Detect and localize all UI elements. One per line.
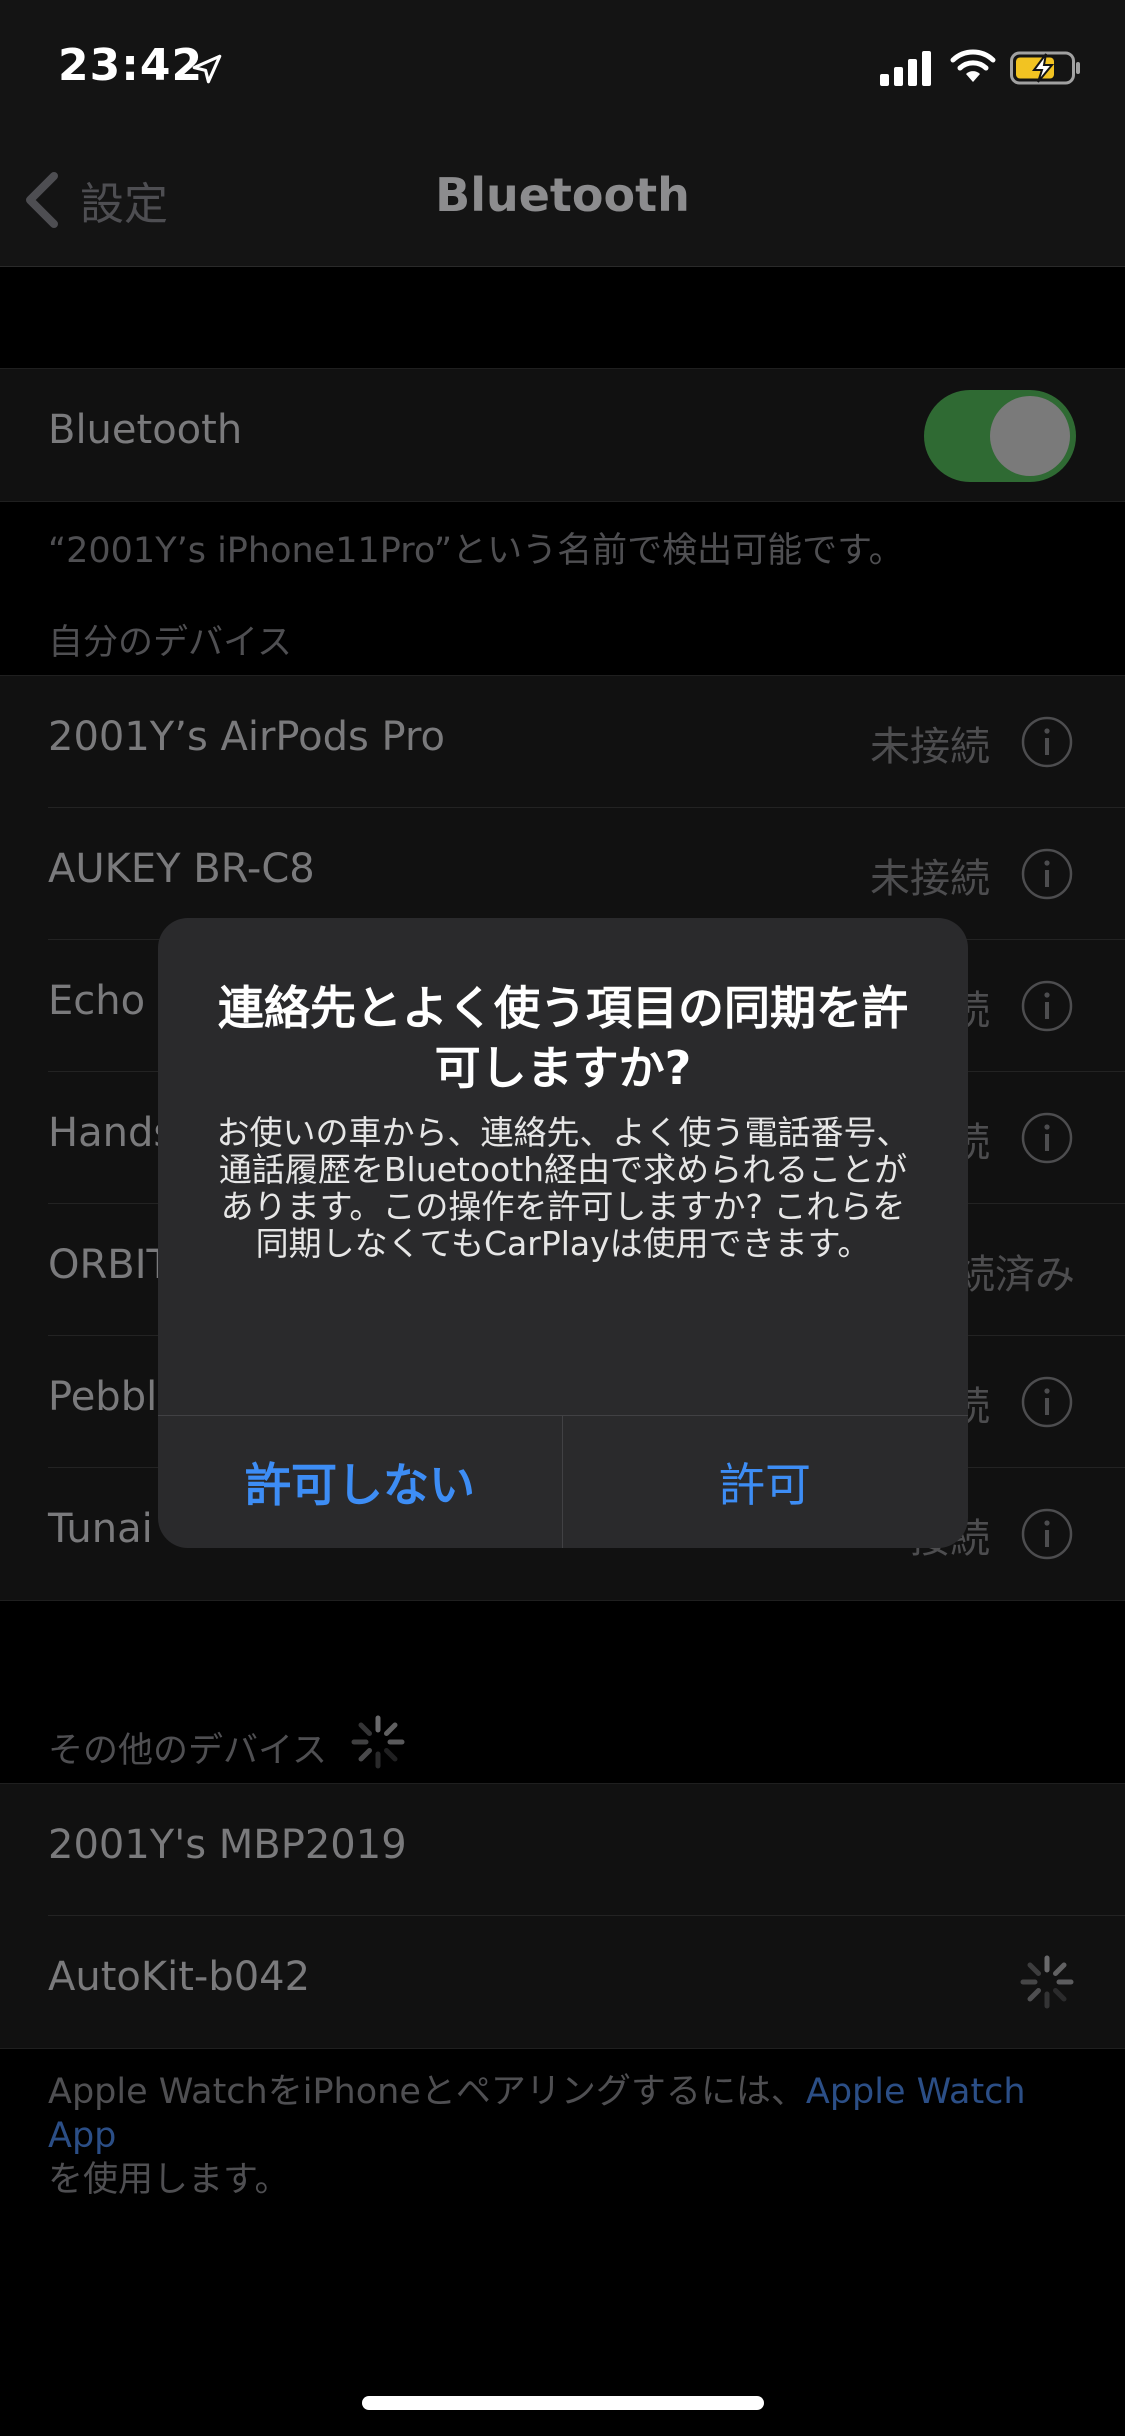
bluetooth-toggle[interactable]: [924, 390, 1076, 482]
footer-text: Apple WatchをiPhoneとペアリングするには、: [48, 2072, 806, 2112]
loading-spinner-icon: [1020, 1955, 1074, 2009]
alert-message: お使いの車から、連絡先、よく使う電話番号、通話履歴をBluetooth経由で求め…: [216, 1113, 910, 1263]
device-name: AutoKit-b042: [48, 1954, 311, 2000]
info-icon[interactable]: [1021, 980, 1073, 1032]
discoverable-caption: “2001Y’s iPhone11Pro”という名前で検出可能です。: [48, 531, 904, 571]
bluetooth-label: Bluetooth: [48, 407, 243, 453]
device-name: Hands: [48, 1110, 175, 1156]
footer-text-end: を使用します。: [48, 2160, 290, 2200]
other-devices-list: 2001Y's MBP2019 AutoKit-b042: [0, 1783, 1125, 2049]
info-icon[interactable]: [1021, 848, 1073, 900]
loading-spinner-icon: [351, 1715, 405, 1769]
list-item[interactable]: 2001Y’s AirPods Pro 未接続: [0, 676, 1125, 808]
deny-button[interactable]: 許可しない: [158, 1415, 562, 1548]
status-time: 23:42: [58, 40, 204, 91]
device-name: AUKEY BR-C8: [48, 846, 315, 892]
page-title: Bluetooth: [435, 168, 690, 222]
info-icon[interactable]: [1021, 716, 1073, 768]
home-indicator[interactable]: [362, 2396, 764, 2410]
sync-permission-alert: 連絡先とよく使う項目の同期を許可しますか? お使いの車から、連絡先、よく使う電話…: [158, 918, 968, 1548]
info-icon[interactable]: [1021, 1376, 1073, 1428]
info-icon[interactable]: [1021, 1112, 1073, 1164]
location-arrow-icon: [192, 54, 222, 84]
info-icon[interactable]: [1021, 1508, 1073, 1560]
alert-title: 連絡先とよく使う項目の同期を許可しますか?: [218, 981, 908, 1095]
battery-charging-icon: [1010, 51, 1080, 85]
cellular-signal-icon: [880, 51, 931, 86]
footer-note: Apple WatchをiPhoneとペアリングするには、Apple Watch…: [48, 2070, 1088, 2202]
wifi-icon: [950, 49, 996, 82]
device-name: Echo: [48, 978, 146, 1024]
device-name: ORBIT: [48, 1242, 171, 1288]
device-status: 未接続: [870, 724, 990, 770]
other-devices-header: その他のデバイス: [48, 1731, 327, 1771]
my-devices-header: 自分のデバイス: [48, 623, 292, 663]
device-name: 2001Y's MBP2019: [48, 1822, 407, 1868]
allow-button[interactable]: 許可: [563, 1415, 967, 1548]
device-name: 2001Y’s AirPods Pro: [48, 714, 445, 760]
device-name: Pebbl: [48, 1374, 158, 1420]
device-status: 未接続: [870, 856, 990, 902]
toggle-knob: [990, 396, 1070, 476]
list-item[interactable]: 2001Y's MBP2019: [0, 1784, 1125, 1916]
device-name: Tunai: [48, 1506, 153, 1552]
device-status: 続済み: [955, 1252, 1075, 1298]
list-item[interactable]: AutoKit-b042: [0, 1916, 1125, 2048]
